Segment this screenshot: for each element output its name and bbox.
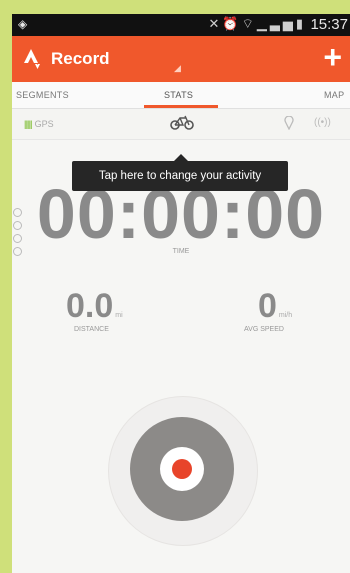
mute-icon: ✕ [208, 16, 223, 31]
alarm-icon: ⏰ [222, 16, 242, 31]
location-pin-icon[interactable] [284, 116, 294, 130]
avg-speed-unit: mi/h [278, 312, 293, 319]
tab-bar: SEGMENTS STATS MAP [12, 82, 350, 109]
notification-icon: ◈ [18, 17, 28, 31]
tab-segments[interactable]: SEGMENTS [16, 90, 69, 100]
wifi-icon: ⌔ [241, 16, 257, 31]
gps-signal-icon: ||||| [24, 119, 33, 129]
avg-speed-value: 0 [258, 287, 277, 325]
phone-screen: ◈ ✕⏰⌔▁▃▅▮ 15:37 Record ◢ + SEGMENTS STAT… [12, 14, 350, 573]
timer-label: TIME [172, 248, 190, 255]
tab-stats[interactable]: STATS [164, 90, 193, 100]
signal-icon: ▁▃▅ [256, 16, 296, 31]
status-icons: ✕⏰⌔▁▃▅▮ [209, 16, 306, 32]
tab-indicator [144, 105, 218, 108]
record-dot-icon [172, 459, 192, 479]
add-button[interactable]: + [323, 41, 342, 73]
status-time: 15:37 [310, 16, 348, 33]
gps-status[interactable]: ||||| GPS [24, 119, 54, 129]
battery-icon: ▮ [295, 16, 306, 31]
page-title[interactable]: Record [51, 49, 110, 69]
gps-label: GPS [34, 119, 54, 129]
bike-activity-icon[interactable] [170, 115, 194, 131]
tab-map[interactable]: MAP [324, 90, 344, 100]
app-bar: Record ◢ + [12, 36, 350, 82]
activity-tooltip[interactable]: Tap here to change your activity [72, 154, 288, 191]
distance-label: DISTANCE [74, 326, 109, 333]
sensor-row: ||||| GPS ((•)) [12, 109, 350, 140]
sensor-icon[interactable]: ((•)) [314, 117, 331, 128]
dropdown-corner-icon: ◢ [174, 63, 181, 73]
strava-logo-icon[interactable] [22, 47, 44, 71]
avg-speed-label: AVG SPEED [244, 326, 284, 333]
distance-unit: mi [115, 312, 123, 319]
status-bar: ◈ ✕⏰⌔▁▃▅▮ 15:37 [12, 14, 350, 36]
distance-value: 0.0 [66, 287, 114, 325]
